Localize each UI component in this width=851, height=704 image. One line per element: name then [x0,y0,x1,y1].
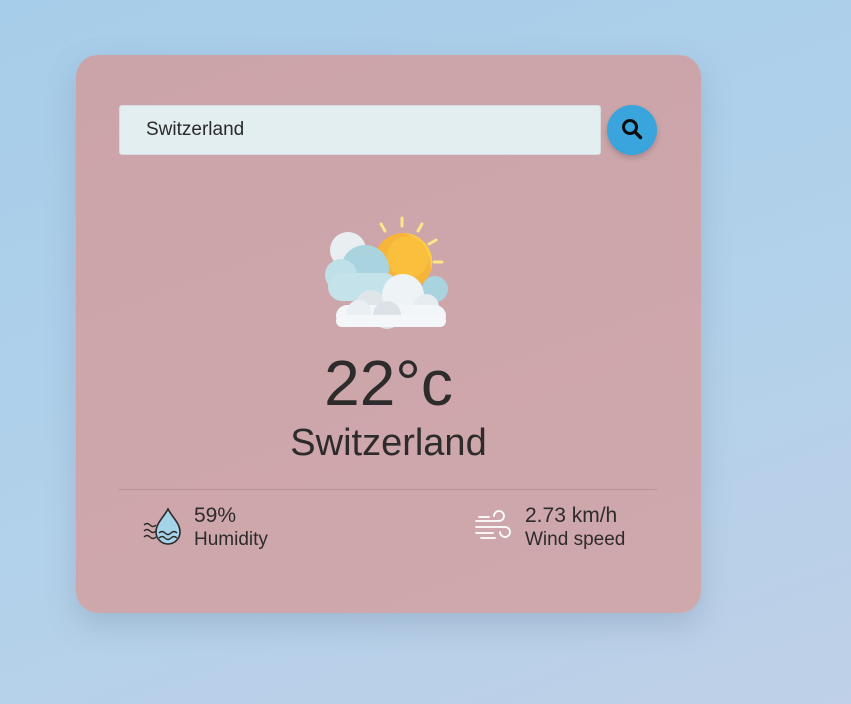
humidity-value: 59% [194,504,237,527]
search-button[interactable] [607,105,657,155]
humidity-label: Humidity [194,529,268,550]
temperature: 22°c [324,347,453,419]
wind-icon [475,510,511,539]
search-icon [622,119,643,140]
city-name: Switzerland [290,422,487,464]
weather-card: 22°c Switzerland 59% Humidity [76,55,701,613]
partly-cloudy-icon [325,216,448,329]
search-input[interactable] [119,105,601,155]
wind-label: Wind speed [525,529,626,550]
wind-value: 2.73 km/h [525,504,618,527]
divider [119,489,657,490]
humidity-icon [143,507,181,545]
humidity-detail: 59% Humidity [142,503,268,551]
wind-detail: 2.73 km/h Wind speed [473,503,625,551]
